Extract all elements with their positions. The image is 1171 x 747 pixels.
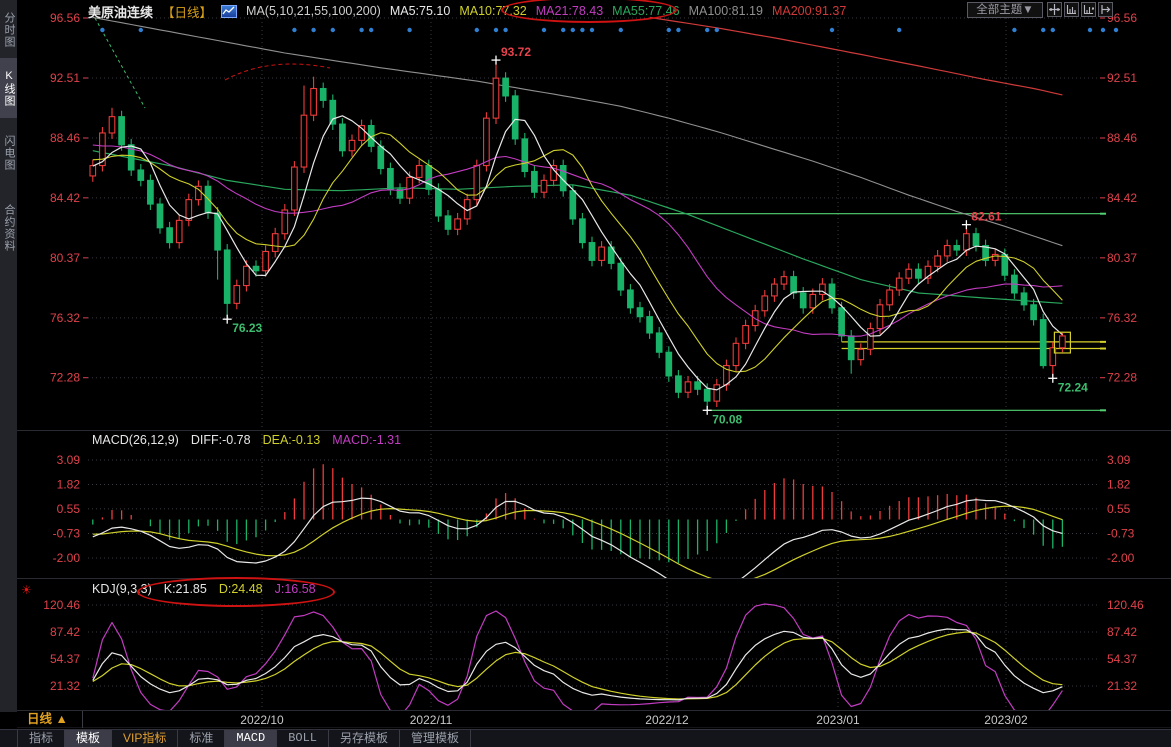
ma-value-4: MA100:81.19: [689, 4, 763, 18]
svg-text:96.56: 96.56: [50, 11, 80, 25]
kdj-header: KDJ(9,3,3) K:21.85 D:24.48 J:16.58: [92, 582, 316, 596]
price-annotation: 72.24: [1058, 380, 1088, 394]
sidebar-item-3[interactable]: 合约资料: [0, 192, 17, 264]
svg-text:0.55: 0.55: [57, 502, 81, 516]
svg-text:80.37: 80.37: [1107, 251, 1137, 265]
svg-text:92.51: 92.51: [1107, 71, 1137, 85]
d-value: D:24.48: [219, 582, 263, 596]
kline-icon: [221, 5, 237, 18]
svg-text:87.42: 87.42: [50, 625, 80, 639]
macd-title: MACD(26,12,9): [92, 433, 179, 447]
svg-text:84.42: 84.42: [50, 191, 80, 205]
svg-text:3.09: 3.09: [1107, 453, 1131, 467]
svg-text:21.32: 21.32: [1107, 679, 1137, 693]
sidebar-item-1[interactable]: K线图: [0, 58, 17, 118]
svg-text:88.46: 88.46: [50, 131, 80, 145]
ma-value-3: MA55:77.46: [612, 4, 679, 18]
price-annotation: 70.08: [712, 412, 742, 426]
sidebar-item-0[interactable]: 分时图: [0, 4, 17, 56]
kline-chart-canvas[interactable]: 96.5696.5692.5192.5188.4688.4684.4284.42…: [17, 0, 1171, 728]
macd-pane: [93, 464, 1063, 593]
date-label: 2022/11: [410, 713, 453, 727]
svg-text:88.46: 88.46: [1107, 131, 1137, 145]
svg-text:54.37: 54.37: [50, 652, 80, 666]
tab-5[interactable]: BOLL: [277, 730, 329, 747]
ma-value-5: MA200:91.37: [772, 4, 846, 18]
labels-layer: 96.5696.5692.5192.5188.4688.4684.4284.42…: [17, 11, 1171, 728]
trading-app: { "sidebar": { "items": [ { "label": "分时…: [0, 0, 1171, 747]
tab-4[interactable]: MACD: [225, 730, 277, 747]
theme-dropdown[interactable]: 全部主题▼: [967, 2, 1043, 18]
macd-value: MACD:-1.31: [332, 433, 401, 447]
svg-text:1.82: 1.82: [57, 477, 81, 491]
svg-text:76.32: 76.32: [50, 311, 80, 325]
svg-text:-0.73: -0.73: [53, 527, 81, 541]
svg-text:-0.73: -0.73: [1107, 527, 1135, 541]
j-value: J:16.58: [275, 582, 316, 596]
price-pane: [90, 17, 1100, 410]
k-value: K:21.85: [164, 582, 207, 596]
svg-text:120.46: 120.46: [43, 598, 80, 612]
tab-0[interactable]: 指标: [17, 730, 65, 747]
alert-sun-icon[interactable]: ☀: [21, 583, 32, 597]
tab-3[interactable]: 标准: [178, 730, 225, 747]
svg-text:87.42: 87.42: [1107, 625, 1137, 639]
chart-area: 96.5696.5692.5192.5188.4688.4684.4284.42…: [17, 0, 1171, 728]
tab-6[interactable]: 另存模板: [329, 730, 400, 747]
period-tag: 【日线】: [162, 2, 212, 21]
svg-text:21.32: 21.32: [50, 679, 80, 693]
date-label: 2023/02: [984, 713, 1028, 727]
dea-value: DEA:-0.13: [263, 433, 321, 447]
svg-text:72.28: 72.28: [1107, 371, 1137, 385]
chart-header: 美原油连续 【日线】 MA(5,10,21,55,100,200) MA5:75…: [88, 2, 846, 20]
svg-text:-2.00: -2.00: [1107, 551, 1135, 565]
svg-text:54.37: 54.37: [1107, 652, 1137, 666]
svg-text:80.37: 80.37: [50, 251, 80, 265]
ma-value-1: MA10:77.32: [459, 4, 526, 18]
ma-values: MA5:75.10 MA10:77.32 MA21:78.43 MA55:77.46 M…: [390, 4, 846, 18]
symbol-name: 美原油连续: [88, 2, 153, 21]
kdj-pane: [93, 604, 1063, 718]
sidebar-item-2[interactable]: 闪电图: [0, 124, 17, 182]
svg-text:92.51: 92.51: [50, 71, 80, 85]
price-annotation: 93.72: [501, 45, 531, 59]
ma-settings-label: MA(5,10,21,55,100,200): [246, 4, 381, 18]
axis-scale-right-icon[interactable]: [1081, 2, 1096, 17]
ma-value-2: MA21:78.43: [536, 4, 603, 18]
candles-layer: [90, 60, 1065, 410]
svg-text:3.09: 3.09: [57, 453, 81, 467]
svg-text:120.46: 120.46: [1107, 598, 1144, 612]
page-forward-icon[interactable]: [1098, 2, 1113, 17]
move-crosshair-icon[interactable]: [1047, 2, 1062, 17]
ma-value-0: MA5:75.10: [390, 4, 450, 18]
svg-text:84.42: 84.42: [1107, 191, 1137, 205]
svg-text:1.82: 1.82: [1107, 477, 1131, 491]
kdj-title: KDJ(9,3,3): [92, 582, 152, 596]
grid-layer: [88, 14, 1100, 710]
macd-header: MACD(26,12,9) DIFF:-0.78 DEA:-0.13 MACD:…: [92, 433, 401, 447]
tab-7[interactable]: 管理模板: [400, 730, 471, 747]
svg-text:-2.00: -2.00: [53, 551, 81, 565]
date-label: 2022/10: [240, 713, 284, 727]
svg-text:0.55: 0.55: [1107, 502, 1131, 516]
date-label: 2022/12: [645, 713, 689, 727]
tab-1[interactable]: 模板: [65, 730, 112, 747]
chart-toolbar: [1047, 2, 1113, 17]
svg-text:76.32: 76.32: [1107, 311, 1137, 325]
left-sidebar: 分时图 K线图闪电图合约资料: [0, 0, 17, 712]
date-label: 2023/01: [816, 713, 860, 727]
price-annotation: 82.61: [971, 210, 1001, 224]
price-annotation: 76.23: [232, 321, 262, 335]
bottom-tabbar: 指标模板VIP指标标准MACDBOLL另存模板管理模板: [0, 729, 1171, 747]
diff-value: DIFF:-0.78: [191, 433, 251, 447]
period-button[interactable]: 日线 ▲: [23, 711, 83, 728]
tab-2[interactable]: VIP指标: [112, 730, 178, 747]
axis-scale-left-icon[interactable]: [1064, 2, 1079, 17]
svg-text:72.28: 72.28: [50, 371, 80, 385]
